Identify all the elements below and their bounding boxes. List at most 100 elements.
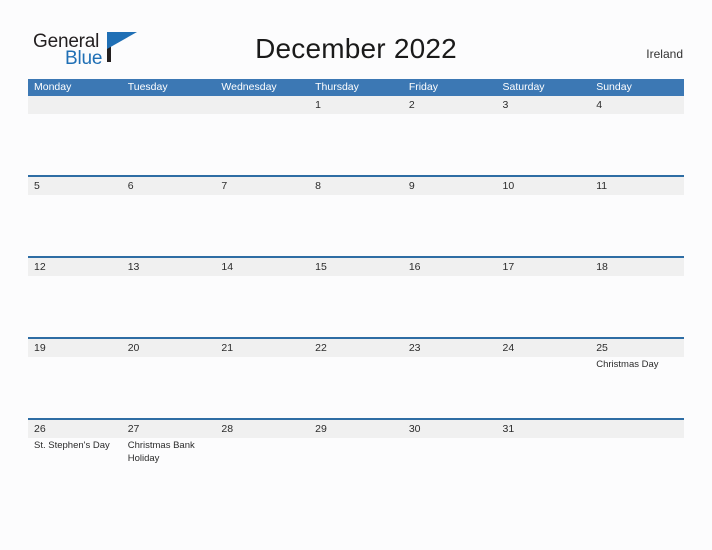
calendar-day-cell[interactable]: 23 <box>403 339 497 418</box>
calendar-day-cell[interactable]: 1 <box>309 96 403 175</box>
day-number: 10 <box>502 180 515 192</box>
week-cells: 26 St. Stephen's Day 27 Christmas Bank Holi… <box>28 420 684 499</box>
calendar-day-cell[interactable]: 14 <box>215 258 309 337</box>
day-number: 1 <box>315 99 321 111</box>
calendar-day-cell[interactable]: 24 <box>497 339 591 418</box>
calendar-grid: Monday Tuesday Wednesday Thursday Friday… <box>28 79 684 499</box>
page-header: General Blue December 2022 Ireland <box>0 0 712 69</box>
calendar-week-row: 12 13 14 15 16 17 18 <box>28 256 684 337</box>
calendar-day-cell[interactable]: 19 <box>28 339 122 418</box>
week-cells: 5 6 7 8 9 10 11 <box>28 177 684 256</box>
day-number: 15 <box>315 261 327 273</box>
weekday-header-sunday: Sunday <box>596 81 632 93</box>
calendar-day-cell[interactable]: 10 <box>497 177 591 256</box>
weekday-header-wednesday: Wednesday <box>221 81 277 93</box>
day-number: 26 <box>34 423 46 435</box>
calendar-week-row: 19 20 21 22 23 24 25 Christmas Day <box>28 337 684 418</box>
day-number: 11 <box>596 180 608 192</box>
day-number: 18 <box>596 261 608 273</box>
day-number: 28 <box>221 423 234 435</box>
calendar-day-cell[interactable]: 13 <box>122 258 216 337</box>
day-number: 4 <box>596 99 603 111</box>
calendar-day-cell[interactable]: 17 <box>497 258 591 337</box>
calendar-day-cell[interactable]: 11 <box>590 177 684 256</box>
calendar-day-cell-empty <box>215 96 309 175</box>
calendar-day-cell[interactable]: 4 <box>590 96 684 175</box>
calendar-page: General Blue December 2022 Ireland Monda… <box>0 0 712 550</box>
calendar-day-cell[interactable]: 26 St. Stephen's Day <box>28 420 122 499</box>
day-number <box>34 98 122 112</box>
day-events: Christmas Day <box>596 359 684 372</box>
day-number <box>596 422 684 436</box>
calendar-day-cell[interactable]: 28 <box>215 420 309 499</box>
holiday-label: Christmas Bank Holiday <box>127 440 195 464</box>
calendar-day-cell[interactable]: 3 <box>497 96 591 175</box>
weekday-header-saturday: Saturday <box>502 81 545 93</box>
day-number <box>128 98 216 112</box>
calendar-weeks: 1 2 3 4 5 6 7 8 9 10 11 12 13 14 15 16 17 18 19 20 21 22 23 24 2… <box>28 96 684 499</box>
calendar-day-cell[interactable]: 22 <box>309 339 403 418</box>
day-number: 14 <box>221 261 234 273</box>
page-title: December 2022 <box>255 33 457 64</box>
weekday-header-thursday: Thursday <box>315 81 359 93</box>
calendar-day-cell[interactable]: 31 <box>497 420 591 499</box>
calendar-day-cell[interactable]: 9 <box>403 177 497 256</box>
day-number: 25 <box>596 342 608 354</box>
day-number: 30 <box>408 423 421 435</box>
day-number: 24 <box>502 342 515 354</box>
calendar-day-cell-empty <box>590 420 684 499</box>
calendar-day-cell[interactable]: 29 <box>309 420 403 499</box>
calendar-week-row: 26 St. Stephen's Day 27 Christmas Bank Holi… <box>28 418 684 499</box>
day-number: 16 <box>408 261 421 273</box>
calendar-day-cell[interactable]: 27 Christmas Bank Holiday <box>122 420 216 499</box>
day-number: 21 <box>221 342 234 354</box>
day-number: 5 <box>34 180 40 192</box>
day-number: 27 <box>127 423 140 435</box>
calendar-day-cell-empty <box>122 96 216 175</box>
week-cells: 1 2 3 4 <box>28 96 684 175</box>
day-events: St. Stephen's Day <box>34 440 122 453</box>
day-number: 6 <box>127 180 134 192</box>
calendar-week-row: 5 6 7 8 9 10 11 <box>28 175 684 256</box>
day-number <box>221 98 309 112</box>
calendar-day-cell[interactable]: 21 <box>215 339 309 418</box>
calendar-day-cell[interactable]: 12 <box>28 258 122 337</box>
week-cells: 19 20 21 22 23 24 25 Christmas Day <box>28 339 684 418</box>
calendar-day-cell[interactable]: 6 <box>122 177 216 256</box>
country-label: Ireland <box>646 47 683 61</box>
day-number: 9 <box>408 180 415 192</box>
day-number: 23 <box>408 342 421 354</box>
week-cells: 12 13 14 15 16 17 18 <box>28 258 684 337</box>
calendar-day-cell[interactable]: 2 <box>403 96 497 175</box>
calendar-week-row: 1 2 3 4 <box>28 96 684 175</box>
weekday-header-friday: Friday <box>408 81 438 93</box>
day-number: 19 <box>34 342 46 354</box>
holiday-label: Christmas Day <box>596 359 659 370</box>
calendar-day-cell[interactable]: 18 <box>590 258 684 337</box>
calendar-day-cell[interactable]: 8 <box>309 177 403 256</box>
calendar-day-cell[interactable]: 5 <box>28 177 122 256</box>
calendar-day-cell[interactable]: 30 <box>403 420 497 499</box>
day-number: 20 <box>127 342 140 354</box>
day-number: 31 <box>502 423 515 435</box>
weekday-header-tuesday: Tuesday <box>127 81 168 93</box>
day-events: Christmas Bank Holiday <box>128 440 216 465</box>
day-number: 2 <box>408 99 415 111</box>
calendar-day-cell[interactable]: 20 <box>122 339 216 418</box>
day-number: 12 <box>34 261 46 273</box>
calendar-day-cell[interactable]: 16 <box>403 258 497 337</box>
calendar-day-cell[interactable]: 15 <box>309 258 403 337</box>
day-number: 29 <box>315 423 327 435</box>
day-number: 13 <box>127 261 140 273</box>
day-number: 22 <box>315 342 327 354</box>
day-number: 8 <box>315 180 321 192</box>
calendar-day-cell[interactable]: 25 Christmas Day <box>590 339 684 418</box>
day-number: 17 <box>502 261 515 273</box>
calendar-day-cell[interactable]: 7 <box>215 177 309 256</box>
day-number: 3 <box>502 99 509 111</box>
weekday-header-row: Monday Tuesday Wednesday Thursday Friday… <box>28 79 684 96</box>
calendar-day-cell-empty <box>28 96 122 175</box>
holiday-label: St. Stephen's Day <box>34 440 110 451</box>
day-number: 7 <box>221 180 228 192</box>
weekday-header-monday: Monday <box>34 81 72 93</box>
